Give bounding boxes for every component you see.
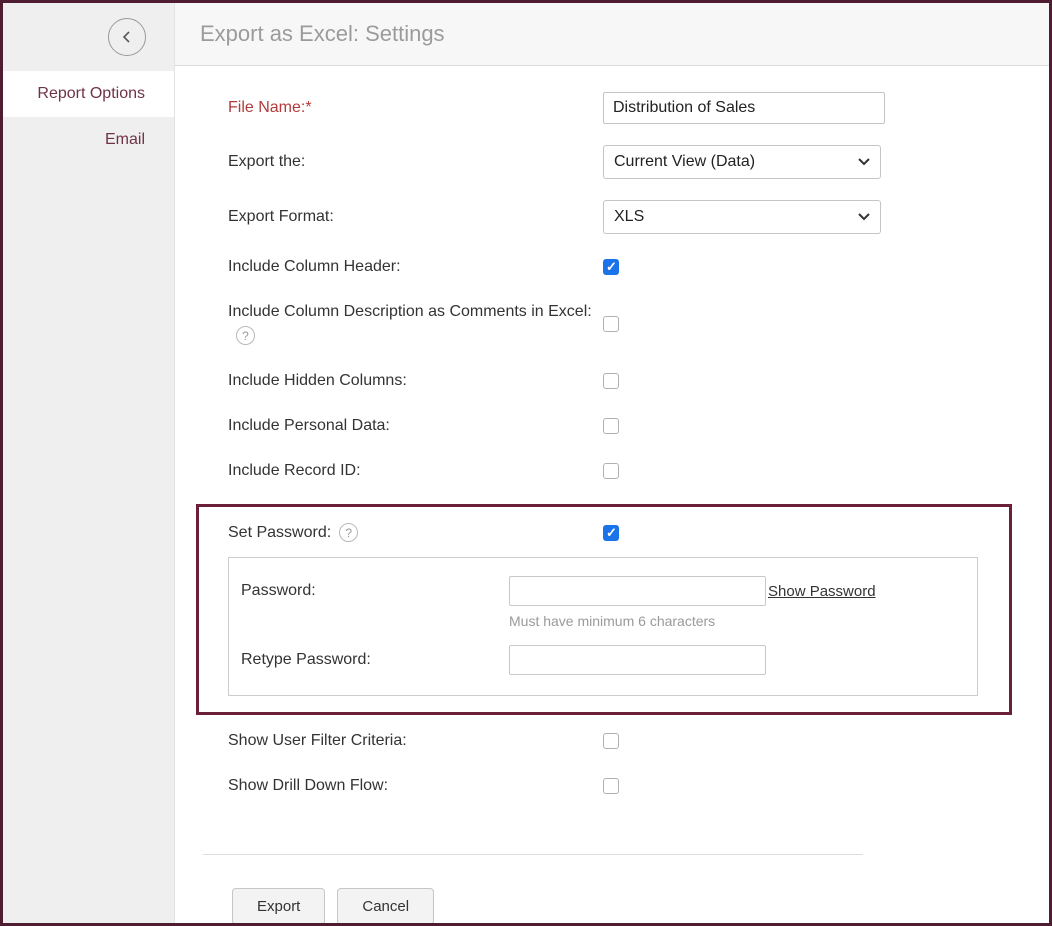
include-column-header-label: Include Column Header: [228,255,603,279]
password-label: Password: [241,576,509,600]
set-password-label: Set Password:? [228,521,603,545]
export-format-row: Export Format: XLS [175,200,1049,234]
chevron-down-icon [858,213,870,221]
include-column-header-checkbox[interactable] [603,259,619,275]
export-the-row: Export the: Current View (Data) [175,145,1049,179]
password-row: Password: Must have minimum 6 characters… [241,576,977,629]
settings-form: File Name:* Export the: Current View (Da… [175,66,1049,923]
export-format-selected-value: XLS [614,208,644,226]
action-buttons: Export Cancel [175,888,1049,923]
show-user-filter-checkbox[interactable] [603,733,619,749]
password-panel: Password: Must have minimum 6 characters… [228,557,978,696]
show-password-link[interactable]: Show Password [768,576,876,600]
include-hidden-columns-row: Include Hidden Columns: [175,369,1049,393]
include-personal-data-label: Include Personal Data: [228,414,603,438]
export-the-selected-value: Current View (Data) [614,153,755,171]
page-title: Export as Excel: Settings [200,21,445,47]
export-format-label: Export Format: [228,205,603,229]
set-password-checkbox[interactable] [603,525,619,541]
show-user-filter-row: Show User Filter Criteria: [175,729,1049,753]
include-hidden-columns-checkbox[interactable] [603,373,619,389]
export-format-select[interactable]: XLS [603,200,881,234]
include-column-description-checkbox[interactable] [603,316,619,332]
password-section-highlight: Set Password:? Password: Must have minim… [196,504,1012,715]
show-drill-down-row: Show Drill Down Flow: [175,774,1049,798]
show-drill-down-label: Show Drill Down Flow: [228,774,603,798]
header-bar: Export as Excel: Settings [175,3,1049,66]
file-name-row: File Name:* [175,92,1049,124]
set-password-row: Set Password:? [199,521,1009,545]
include-record-id-row: Include Record ID: [175,459,1049,483]
include-column-header-row: Include Column Header: [175,255,1049,279]
include-record-id-label: Include Record ID: [228,459,603,483]
sidebar: Report Options Email [3,3,175,923]
sidebar-item-email[interactable]: Email [3,117,174,163]
main-panel: Export as Excel: Settings File Name:* Ex… [175,3,1049,923]
file-name-label: File Name:* [228,96,603,120]
help-icon[interactable]: ? [236,326,255,345]
include-personal-data-row: Include Personal Data: [175,414,1049,438]
set-password-text: Set Password: [228,524,331,541]
include-column-description-label: Include Column Description as Comments i… [228,300,603,348]
chevron-left-icon [120,30,134,44]
retype-password-label: Retype Password: [241,651,509,669]
include-column-description-row: Include Column Description as Comments i… [175,300,1049,348]
show-user-filter-label: Show User Filter Criteria: [228,729,603,753]
sidebar-header [3,3,174,71]
include-hidden-columns-label: Include Hidden Columns: [228,369,603,393]
retype-password-input[interactable] [509,645,766,675]
show-drill-down-checkbox[interactable] [603,778,619,794]
footer-divider [203,854,863,855]
include-column-description-text: Include Column Description as Comments i… [228,303,592,320]
cancel-button[interactable]: Cancel [337,888,434,923]
retype-password-row: Retype Password: [241,645,977,675]
password-input[interactable] [509,576,766,606]
sidebar-nav: Report Options Email [3,71,174,163]
chevron-down-icon [858,158,870,166]
sidebar-item-report-options[interactable]: Report Options [3,71,174,117]
password-hint: Must have minimum 6 characters [509,613,766,629]
export-settings-window: Report Options Email Export as Excel: Se… [0,0,1052,926]
export-the-label: Export the: [228,150,603,174]
back-button[interactable] [108,18,146,56]
export-button[interactable]: Export [232,888,325,923]
include-record-id-checkbox[interactable] [603,463,619,479]
file-name-input[interactable] [603,92,885,124]
include-personal-data-checkbox[interactable] [603,418,619,434]
export-the-select[interactable]: Current View (Data) [603,145,881,179]
help-icon[interactable]: ? [339,523,358,542]
password-input-group: Must have minimum 6 characters [509,576,766,629]
